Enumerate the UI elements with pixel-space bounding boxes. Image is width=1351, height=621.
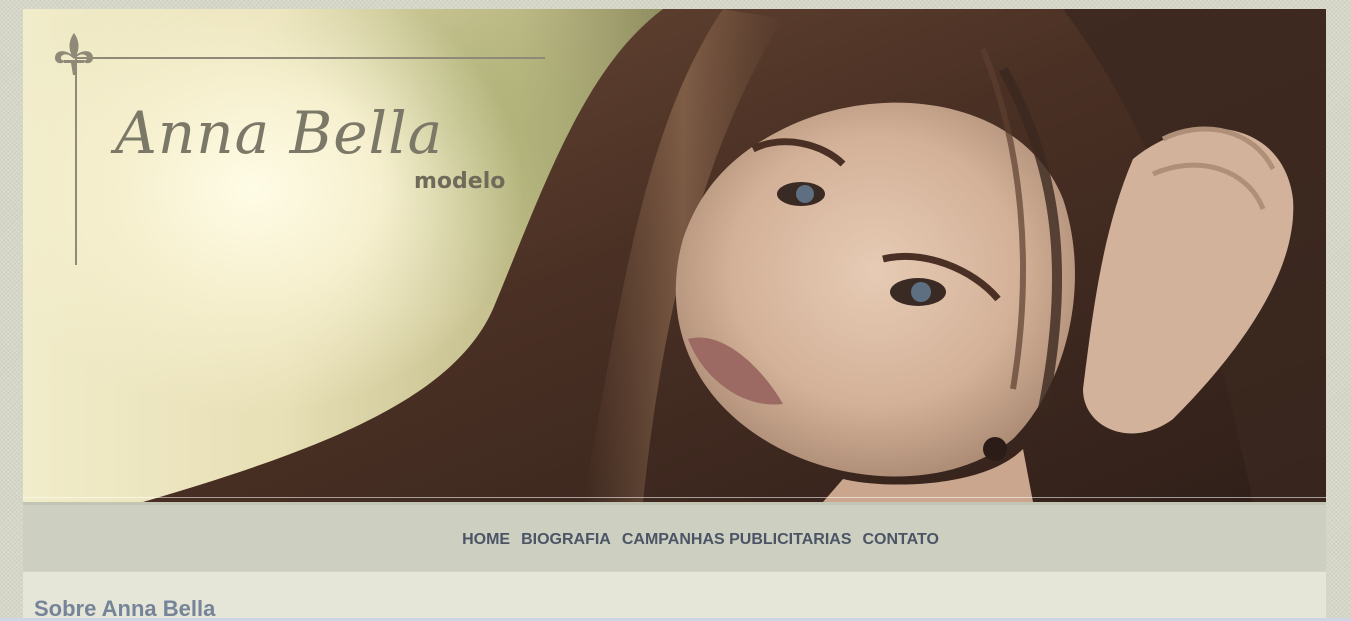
main-nav: HOME BIOGRAFIA CAMPANHAS PUBLICITARIAS C…	[23, 502, 1326, 571]
banner-divider	[23, 497, 1326, 498]
model-photo	[143, 9, 1326, 502]
page-container: Anna Bella modelo HOME BIOGRAFIA CAMPANH…	[23, 9, 1326, 621]
logo-horizontal-rule	[75, 57, 545, 59]
nav-list: HOME BIOGRAFIA CAMPANHAS PUBLICITARIAS C…	[462, 531, 939, 549]
logo-subtitle: modelo	[414, 169, 506, 194]
nav-item-home: HOME	[462, 531, 510, 549]
fleur-de-lis-icon	[55, 33, 93, 75]
nav-link-home[interactable]: HOME	[462, 531, 510, 548]
nav-link-contato[interactable]: CONTATO	[862, 531, 938, 548]
nav-item-contato: CONTATO	[862, 531, 938, 549]
nav-item-campanhas: CAMPANHAS PUBLICITARIAS	[622, 531, 852, 549]
main-content: Sobre Anna Bella	[23, 571, 1326, 621]
nav-link-campanhas[interactable]: CAMPANHAS PUBLICITARIAS	[622, 531, 852, 548]
nav-link-biografia[interactable]: BIOGRAFIA	[521, 531, 611, 548]
logo-vertical-rule	[75, 49, 77, 265]
header-banner: Anna Bella modelo	[23, 9, 1326, 502]
nav-item-biografia: BIOGRAFIA	[521, 531, 611, 549]
logo-name: Anna Bella	[115, 99, 444, 167]
